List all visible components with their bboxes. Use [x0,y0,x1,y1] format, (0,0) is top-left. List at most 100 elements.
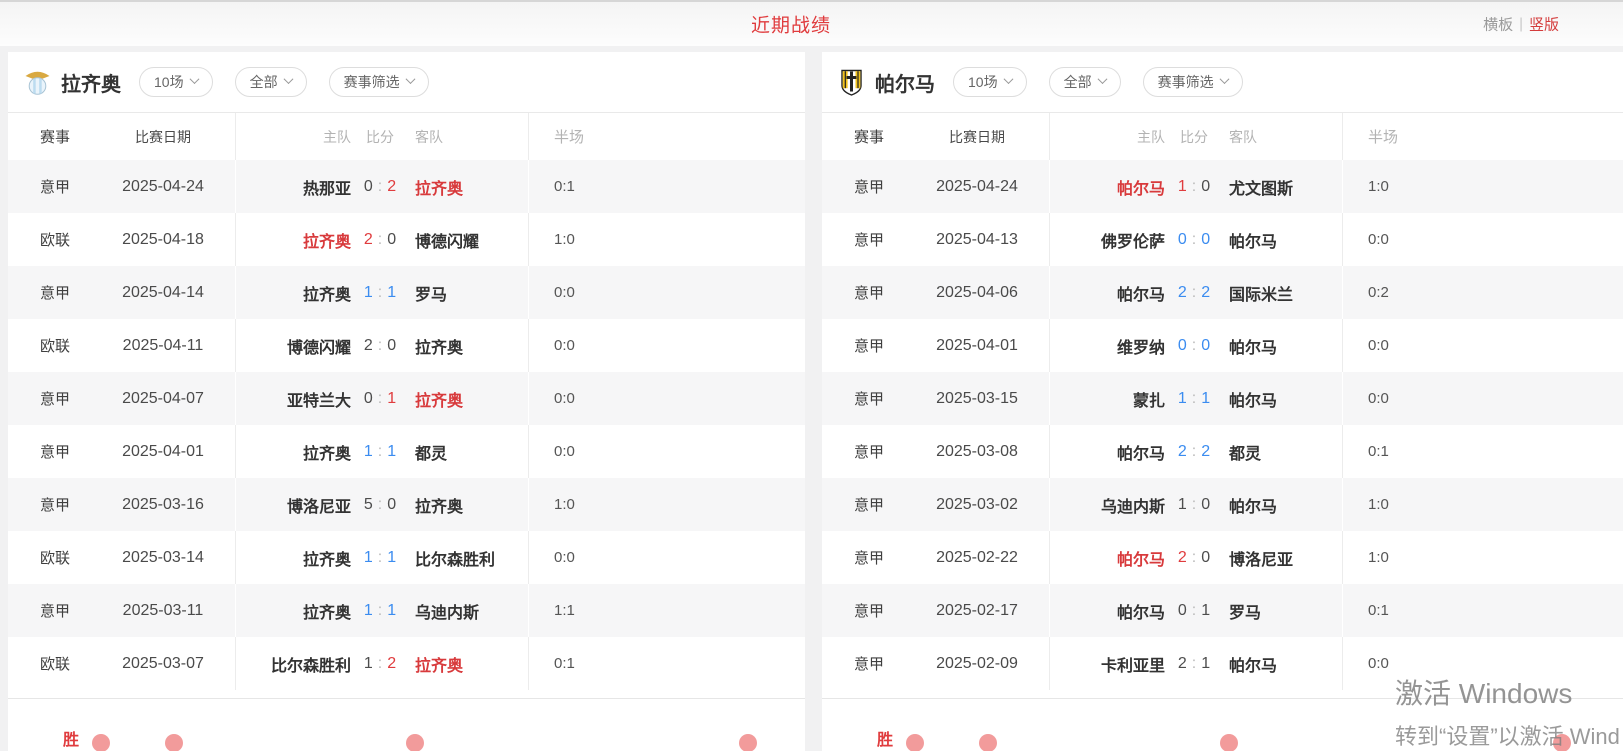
table-row: 意甲2025-04-24热那亚0:2拉齐奥0:1 [8,160,805,213]
matches-filter-dropdown[interactable]: 10场 [139,67,213,97]
date-cell: 2025-04-24 [912,178,1042,196]
teams-score-section: 帕尔马2:0博洛尼亚 [1050,531,1343,584]
match-info-section: 意甲2025-03-15 [822,372,1050,425]
away-score: 1 [387,549,396,566]
away-score: 1 [1201,655,1210,672]
team-panel-parma: 帕尔马 10场 全部 赛事筛选 赛事 比赛日期 主队 比分 客队 半场 意甲20… [822,52,1623,751]
competition-cell: 意甲 [40,282,98,303]
layout-link-horizontal[interactable]: 横板 [1483,14,1513,35]
competition-cell: 欧联 [40,335,98,356]
competition-filter-label: 赛事筛选 [344,72,400,92]
date-cell: 2025-04-14 [98,284,228,302]
table-header-row: 赛事 比赛日期 主队 比分 客队 半场 [822,112,1623,160]
table-row: 欧联2025-03-14拉齐奥1:1比尔森胜利0:0 [8,531,805,584]
teams-score-section: 博德闪耀2:0拉齐奥 [236,319,529,372]
halftime-section: 0:1 [1343,584,1623,637]
teams-score-section: 蒙扎1:1帕尔马 [1050,372,1343,425]
halftime-cell: 1:1 [529,602,575,619]
table-row: 欧联2025-03-07比尔森胜利1:2拉齐奥0:1 [8,637,805,690]
header-away: 客队 [1223,127,1342,147]
home-team: 帕尔马 [1050,599,1165,623]
away-score: 2 [387,655,396,672]
table-row: 意甲2025-04-06帕尔马2:2国际米兰0:2 [822,266,1623,319]
halftime-cell: 0:0 [1343,655,1389,672]
score-cell: 2:2 [1165,284,1223,302]
competition-filter-dropdown[interactable]: 赛事筛选 [1143,67,1243,97]
team-panel-lazio: 拉齐奥 10场 全部 赛事筛选 赛事 比赛日期 主队 比分 客队 半场 意甲20… [8,52,805,751]
score-cell: 2:0 [351,231,409,249]
score-colon: : [1187,284,1201,301]
competition-cell: 意甲 [40,494,98,515]
away-team: 都灵 [1223,440,1342,464]
date-cell: 2025-03-08 [912,443,1042,461]
home-team: 拉齐奥 [236,440,351,464]
results-table-body: 意甲2025-04-24帕尔马1:0尤文图斯1:0意甲2025-04-13佛罗伦… [822,160,1623,690]
competition-cell: 欧联 [40,547,98,568]
match-info-section: 意甲2025-04-01 [8,425,236,478]
score-colon: : [1187,390,1201,407]
away-team: 博德闪耀 [409,228,528,252]
table-row: 意甲2025-02-09卡利亚里2:1帕尔马0:0 [822,637,1623,690]
match-info-section: 意甲2025-02-22 [822,531,1050,584]
away-team: 帕尔马 [1223,387,1342,411]
score-cell: 2:2 [1165,443,1223,461]
matches-filter-dropdown[interactable]: 10场 [953,67,1027,97]
halftime-section: 0:0 [529,531,805,584]
home-score: 2 [1178,549,1187,566]
away-team: 拉齐奥 [409,387,528,411]
competition-cell: 意甲 [40,441,98,462]
top-bar: 近期战绩 横板 | 竖版 [0,0,1623,46]
home-team: 热那亚 [236,175,351,199]
score-colon: : [373,496,387,513]
away-score: 2 [1201,443,1210,460]
date-cell: 2025-03-16 [98,496,228,514]
date-cell: 2025-02-09 [912,655,1042,673]
home-team: 亚特兰大 [236,387,351,411]
halftime-cell: 0:0 [529,549,575,566]
home-team: 帕尔马 [1050,281,1165,305]
chevron-down-icon [189,74,199,84]
competition-cell: 欧联 [40,229,98,250]
header-away: 客队 [409,127,528,147]
home-team: 博德闪耀 [236,334,351,358]
results-table-body: 意甲2025-04-24热那亚0:2拉齐奥0:1欧联2025-04-18拉齐奥2… [8,160,805,690]
away-team: 帕尔马 [1223,652,1342,676]
halftime-section: 1:0 [1343,531,1623,584]
layout-separator: | [1519,16,1523,33]
match-info-section: 意甲2025-03-02 [822,478,1050,531]
competition-cell: 欧联 [40,653,98,674]
scope-filter-dropdown[interactable]: 全部 [235,67,307,97]
away-team: 罗马 [1223,599,1342,623]
score-cell: 1:1 [351,443,409,461]
layout-link-vertical[interactable]: 竖版 [1529,14,1559,35]
table-row: 欧联2025-04-18拉齐奥2:0博德闪耀1:0 [8,213,805,266]
table-row: 意甲2025-04-14拉齐奥1:1罗马0:0 [8,266,805,319]
scope-filter-label: 全部 [1064,72,1092,92]
halftime-cell: 1:0 [529,231,575,248]
halftime-section: 1:0 [529,213,805,266]
score-colon: : [1187,231,1201,248]
table-row: 意甲2025-02-22帕尔马2:0博洛尼亚1:0 [822,531,1623,584]
score-cell: 2:0 [351,337,409,355]
score-colon: : [1187,178,1201,195]
away-team: 拉齐奥 [409,175,528,199]
scope-filter-dropdown[interactable]: 全部 [1049,67,1121,97]
table-row: 欧联2025-04-11博德闪耀2:0拉齐奥0:0 [8,319,805,372]
header-competition: 赛事 [854,126,912,147]
halftime-cell: 0:0 [529,284,575,301]
away-score: 0 [1201,549,1210,566]
score-colon: : [373,602,387,619]
table-row: 意甲2025-04-13佛罗伦萨0:0帕尔马0:0 [822,213,1623,266]
home-score: 2 [1178,443,1187,460]
score-cell: 2:0 [1165,549,1223,567]
match-info-section: 意甲2025-03-11 [8,584,236,637]
home-team: 拉齐奥 [236,546,351,570]
competition-cell: 意甲 [40,388,98,409]
halftime-cell: 1:0 [1343,178,1389,195]
score-colon: : [1187,337,1201,354]
halftime-cell: 1:0 [1343,549,1389,566]
competition-filter-dropdown[interactable]: 赛事筛选 [329,67,429,97]
matches-filter-label: 10场 [154,72,184,92]
score-cell: 1:0 [1165,496,1223,514]
summary-dot [739,734,757,751]
